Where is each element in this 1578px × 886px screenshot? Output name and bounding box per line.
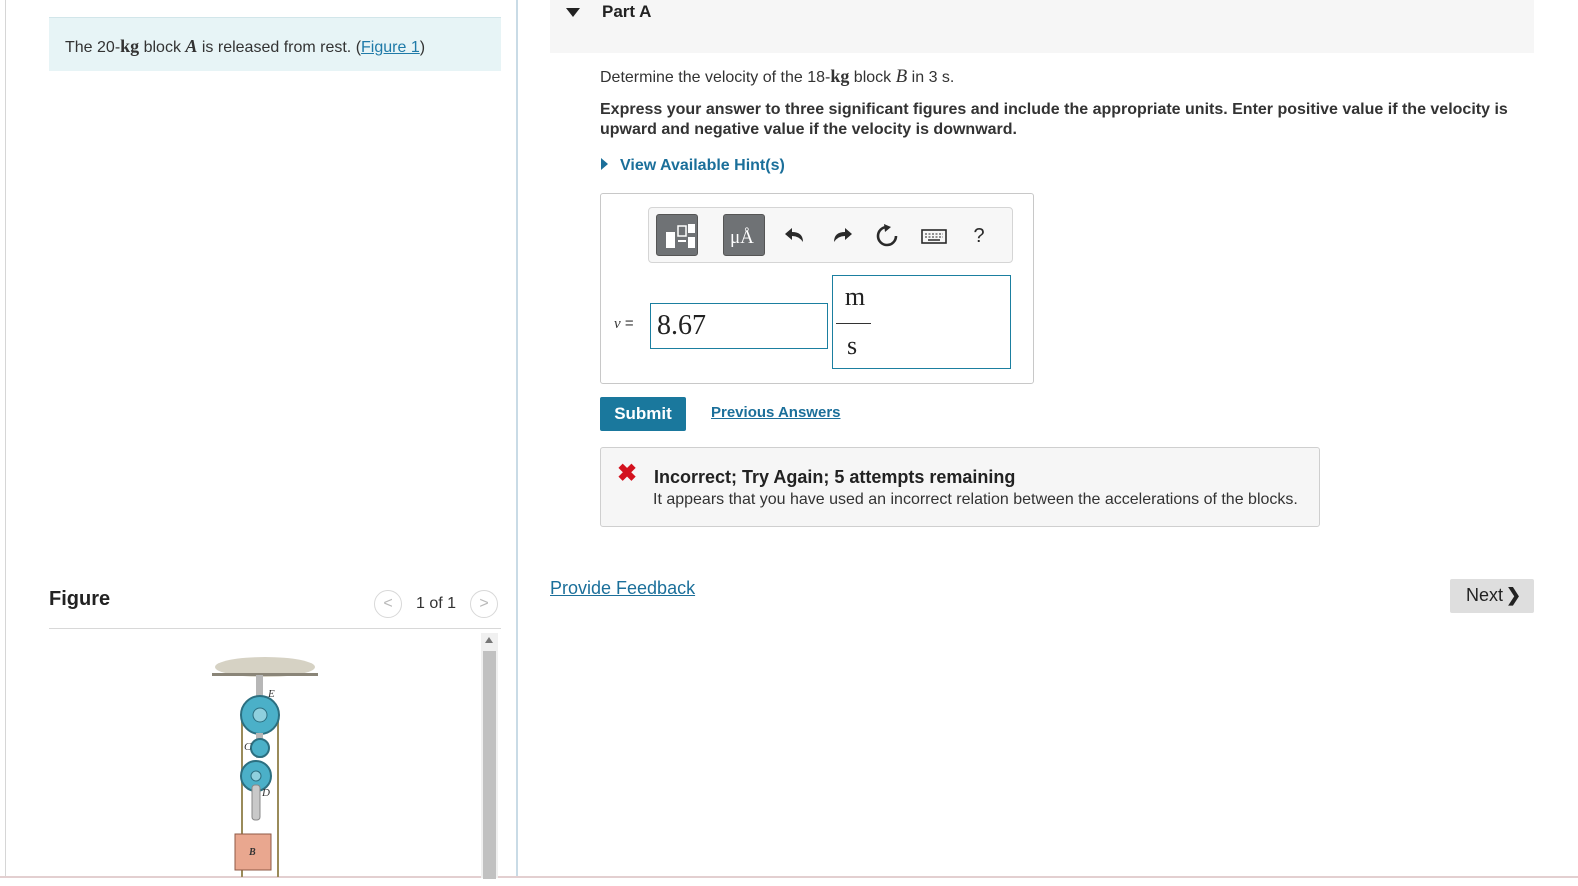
units-button[interactable]: μÅ [723, 214, 765, 256]
answer-instructions: Express your answer to three significant… [600, 101, 1508, 138]
question-pre: Determine the velocity of the 18- [600, 69, 831, 86]
figure-link[interactable]: Figure 1 [361, 39, 420, 56]
question-text: Determine the velocity of the 18-kg bloc… [600, 66, 954, 88]
templates-icon [666, 224, 695, 248]
ceiling-edge [212, 673, 318, 676]
figure-scrollbar[interactable] [481, 633, 498, 879]
figure-divider [49, 628, 501, 629]
templates-button[interactable] [656, 214, 698, 256]
feedback-text: It appears that you have used an incorre… [653, 491, 1298, 508]
math-toolbar: μÅ ? [648, 207, 1013, 263]
view-hints-link[interactable]: View Available Hint(s) [620, 157, 785, 175]
label-b: B [248, 847, 256, 858]
units-icon: μÅ [730, 227, 754, 248]
collapse-caret-icon[interactable] [566, 8, 580, 17]
pulley-figure: E C D B [212, 657, 318, 877]
page-left-border [5, 0, 6, 878]
problem-text-close: ) [419, 39, 426, 56]
part-a-title: Part A [602, 2, 652, 21]
question-block-var: B [895, 66, 908, 87]
feedback-title: Incorrect; Try Again; 5 attempts remaini… [654, 467, 1016, 487]
figure-next-button[interactable]: > [470, 590, 498, 618]
pulley-e-hub [252, 707, 268, 723]
next-button[interactable]: Next ❯ [1450, 579, 1534, 613]
reset-icon[interactable] [873, 222, 901, 250]
label-e: E [267, 688, 275, 700]
figure-counter: 1 of 1 [416, 595, 457, 612]
question-unit: kg [830, 66, 850, 86]
next-label: Next [1466, 585, 1504, 605]
label-d: D [261, 787, 270, 799]
unit-fraction-bar [836, 323, 871, 324]
help-icon[interactable]: ? [965, 222, 993, 250]
problem-block-var: A [185, 36, 198, 56]
figure-title: Figure [49, 588, 111, 610]
problem-text-pre: The 20- [65, 39, 121, 56]
chevron-right-icon: ❯ [1506, 585, 1522, 605]
keyboard-icon[interactable] [920, 222, 948, 250]
part-a-header[interactable] [550, 0, 1534, 53]
unit-numerator: m [844, 282, 866, 311]
figure-prev-button[interactable]: < [374, 590, 402, 618]
incorrect-x-icon: ✖ [617, 460, 638, 487]
scroll-thumb[interactable] [483, 651, 496, 879]
question-mid: block [849, 69, 896, 86]
provide-feedback-link[interactable]: Provide Feedback [550, 578, 695, 599]
problem-unit: kg [120, 36, 140, 56]
answer-variable: v [614, 316, 621, 332]
problem-text-mid: block [139, 39, 186, 56]
link-d [251, 784, 261, 821]
submit-button[interactable]: Submit [600, 397, 686, 431]
redo-icon[interactable] [828, 222, 856, 250]
problem-statement: The 20-kg block A is released from rest.… [49, 17, 501, 71]
unit-denominator: s [846, 331, 858, 360]
scroll-up-arrow[interactable] [485, 637, 493, 643]
answer-variable-label: v = [614, 315, 634, 333]
problem-text-post: is released from rest. ( [197, 39, 362, 56]
answer-equals: = [620, 315, 634, 332]
answer-unit-input[interactable]: m s [832, 275, 1011, 369]
feedback-box: ✖ Incorrect; Try Again; 5 attempts remai… [600, 447, 1320, 527]
previous-answers-link[interactable]: Previous Answers [711, 404, 841, 421]
question-post: in 3 s. [907, 69, 955, 86]
hint-caret-icon[interactable] [601, 158, 608, 170]
pulley-d-hub [250, 770, 262, 782]
answer-value-input[interactable]: 8.67 [650, 303, 828, 349]
pulley-c [250, 738, 270, 758]
undo-icon[interactable] [781, 222, 809, 250]
label-c: C [244, 741, 252, 753]
panel-divider [516, 0, 518, 878]
